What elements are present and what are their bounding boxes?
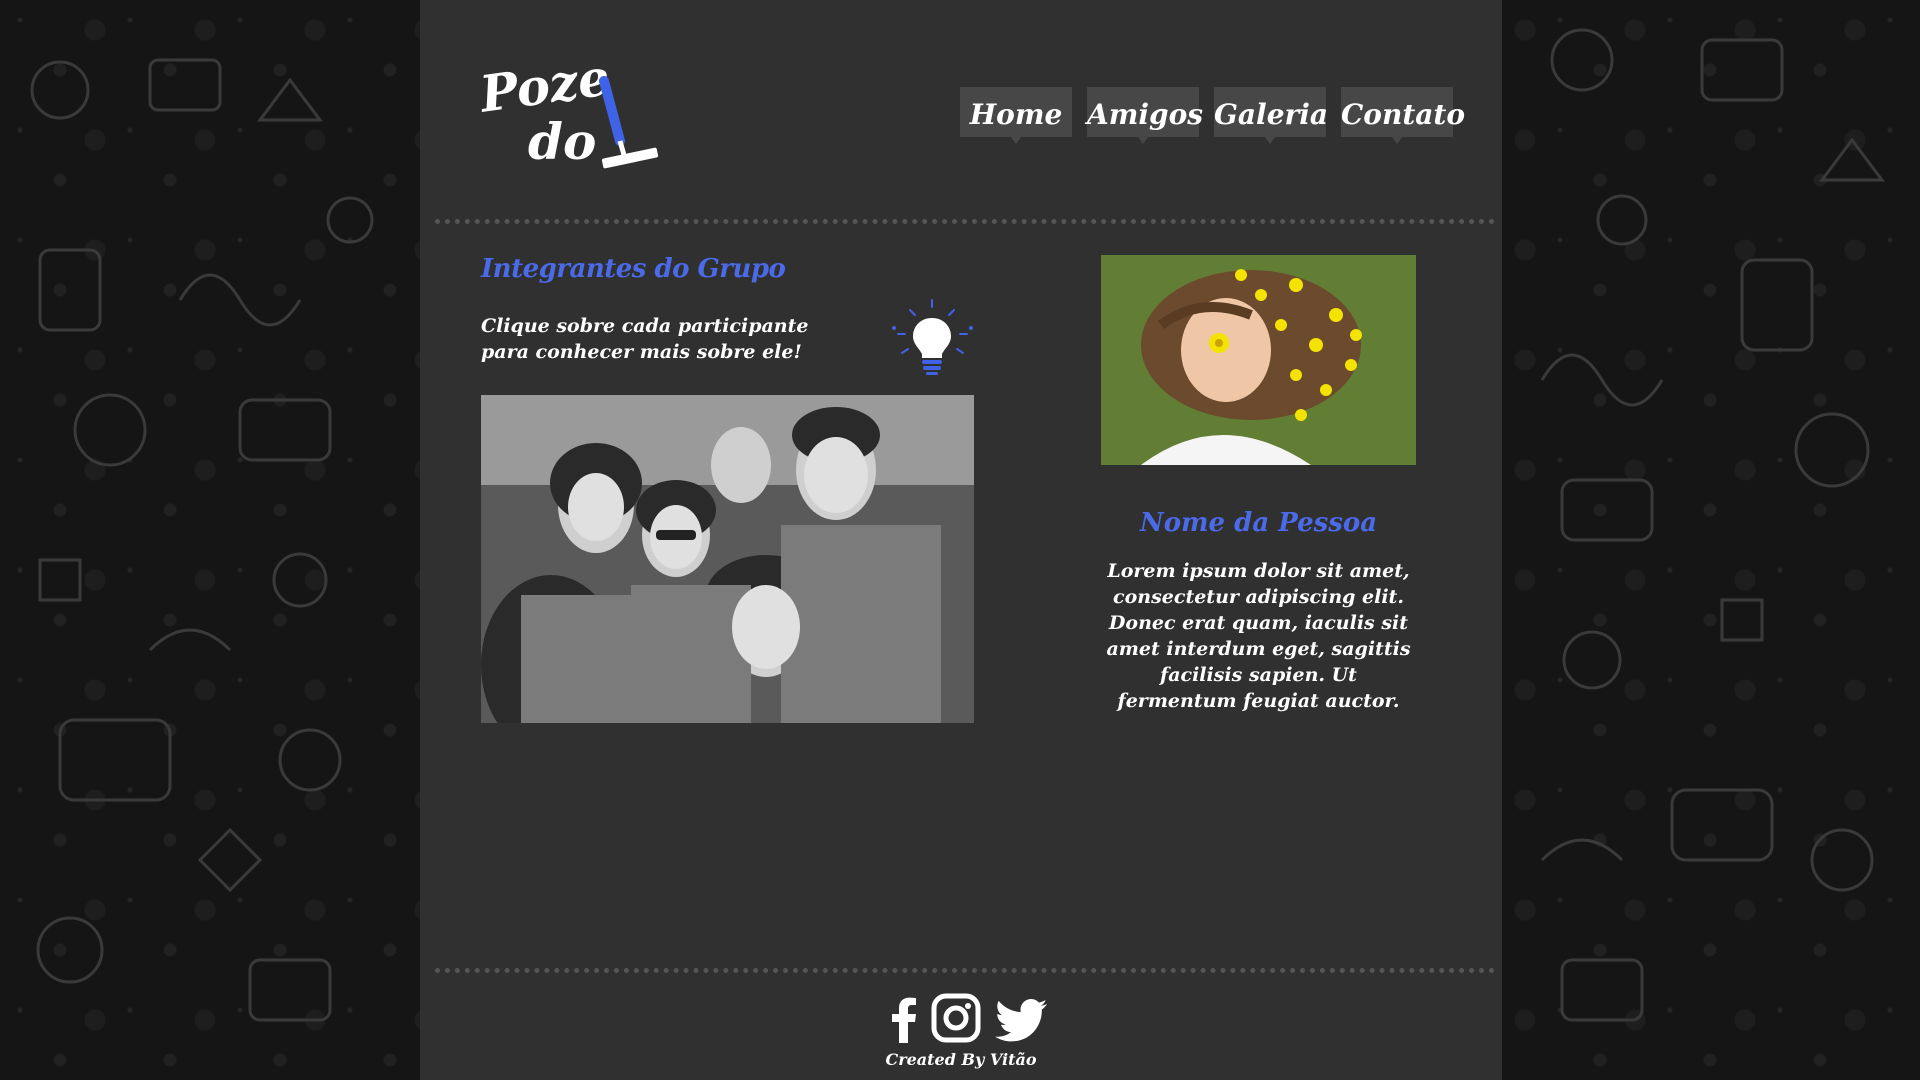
footer-divider [435,968,1495,973]
facebook-icon[interactable] [891,995,917,1043]
instructions-text: Clique sobre cada participante para conh… [481,315,809,363]
section-title: Integrantes do Grupo [481,254,786,284]
person-name: Nome da Pessoa [1139,508,1378,538]
logo-text-line2: do [528,112,597,171]
nav-amigos[interactable]: Amigos [1087,87,1203,137]
instagram-icon[interactable] [931,993,981,1043]
header-divider [435,219,1495,224]
nav-galeria[interactable]: Galeria [1214,87,1328,137]
person-description: Lorem ipsum dolor sit amet, consectetur … [1106,560,1411,712]
nav-contato[interactable]: Contato [1341,87,1465,137]
squeegee-icon [599,76,659,169]
person-photo[interactable] [1101,255,1416,465]
background-doodle-right [1502,0,1920,1080]
background-doodle-left [0,0,420,1080]
nav-home[interactable]: Home [960,87,1072,137]
page-container: Poze do Home Amigos Galeria Contato Inte… [420,0,1502,1080]
main-nav: Home Amigos Galeria Contato [960,87,1465,137]
twitter-icon[interactable] [995,999,1047,1043]
lightbulb-icon [892,299,973,375]
footer-credit: Created By Vitão [885,1050,1037,1069]
group-photo[interactable] [481,395,974,723]
site-logo[interactable]: Poze do [476,47,670,180]
social-links [891,993,1047,1043]
